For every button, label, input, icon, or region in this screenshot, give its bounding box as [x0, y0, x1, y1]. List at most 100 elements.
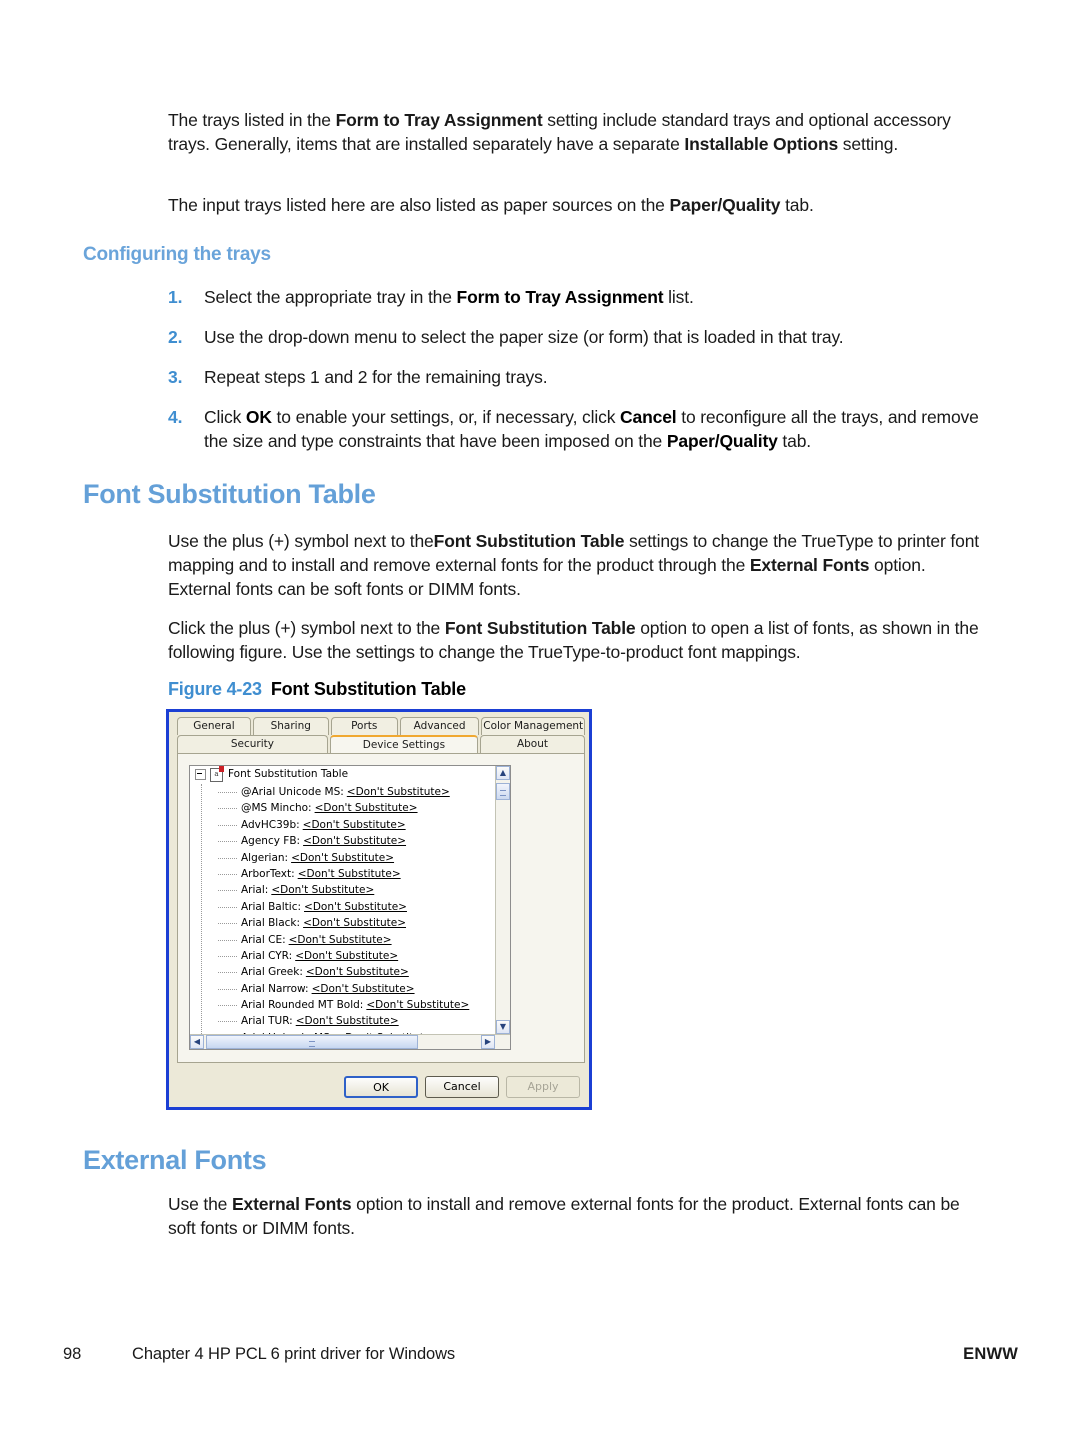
- list-item[interactable]: AdvHC39b: <Don't Substitute>: [207, 817, 510, 833]
- scroll-right-arrow-icon[interactable]: ▶: [481, 1035, 495, 1049]
- font-substitute-value[interactable]: <Don't Substitute>: [291, 852, 394, 864]
- horizontal-scrollbar[interactable]: ◀ ▶: [190, 1034, 510, 1049]
- fs-p1-bold-table: Font Substitution Table: [433, 531, 625, 551]
- font-substitute-value[interactable]: <Don't Substitute>: [303, 819, 406, 831]
- fs-p2-bold-table: Font Substitution Table: [444, 618, 636, 638]
- list-item[interactable]: Arial TUR: <Don't Substitute>: [207, 1013, 510, 1029]
- figure-caption: Figure 4-23 Font Substitution Table: [168, 679, 466, 700]
- step-text-3: Repeat steps 1 and 2 for the remaining t…: [204, 367, 548, 387]
- font-substitute-value[interactable]: <Don't Substitute>: [289, 934, 392, 946]
- font-substitute-value[interactable]: <Don't Substitute>: [295, 950, 398, 962]
- intro-paragraph-2: The input trays listed here are also lis…: [168, 193, 980, 217]
- list-item[interactable]: @Arial Unicode MS: <Don't Substitute>: [207, 784, 510, 800]
- tab-security[interactable]: Security: [177, 735, 328, 753]
- step-text-2: Use the drop-down menu to select the pap…: [204, 327, 844, 347]
- heading-configuring-the-trays: Configuring the trays: [83, 244, 271, 265]
- font-name: Algerian:: [241, 851, 289, 864]
- device-settings-panel: a Font Substitution Table @Arial Unicode …: [177, 753, 585, 1063]
- step4-post: tab.: [777, 431, 812, 451]
- list-item[interactable]: Arial: <Don't Substitute>: [207, 882, 510, 898]
- font-substitution-tree[interactable]: a Font Substitution Table @Arial Unicode …: [189, 765, 511, 1050]
- tab-device-settings[interactable]: Device Settings: [329, 735, 478, 753]
- tab-about[interactable]: About: [479, 735, 585, 753]
- list-item[interactable]: Arial Rounded MT Bold: <Don't Substitute>: [207, 997, 510, 1013]
- list-item[interactable]: Arial CYR: <Don't Substitute>: [207, 948, 510, 964]
- tab-color-management[interactable]: Color Management: [481, 717, 585, 735]
- font-name: Agency FB:: [241, 835, 301, 848]
- list-item[interactable]: Arial CE: <Don't Substitute>: [207, 932, 510, 948]
- font-name: Arial TUR:: [241, 1015, 293, 1028]
- apply-button[interactable]: Apply: [506, 1076, 580, 1098]
- list-item[interactable]: Agency FB: <Don't Substitute>: [207, 833, 510, 849]
- step-item-1: 1. Select the appropriate tray in the Fo…: [168, 285, 980, 309]
- horizontal-scroll-thumb[interactable]: [206, 1035, 418, 1049]
- list-item[interactable]: Arial Greek: <Don't Substitute>: [207, 964, 510, 980]
- list-item[interactable]: Arial Narrow: <Don't Substitute>: [207, 981, 510, 997]
- font-substitute-value[interactable]: <Don't Substitute>: [315, 802, 418, 814]
- font-substitute-value[interactable]: <Don't Substitute>: [312, 983, 415, 995]
- intro-p1-bold-form-to-tray: Form to Tray Assignment: [335, 110, 543, 130]
- scroll-left-arrow-icon[interactable]: ◀: [190, 1035, 204, 1049]
- printer-properties-dialog: General Sharing Ports Advanced Color Man…: [166, 709, 592, 1110]
- font-substitute-value[interactable]: <Don't Substitute>: [298, 868, 401, 880]
- ok-button[interactable]: OK: [344, 1076, 418, 1098]
- list-item[interactable]: Arial Black: <Don't Substitute>: [207, 915, 510, 931]
- collapse-expander-icon[interactable]: [195, 769, 206, 780]
- ef-pre: Use the: [168, 1194, 232, 1214]
- list-item[interactable]: Algerian: <Don't Substitute>: [207, 850, 510, 866]
- heading-external-fonts: External Fonts: [83, 1145, 267, 1175]
- step-number-4: 4.: [168, 407, 183, 427]
- footer-chapter: Chapter 4 HP PCL 6 print driver for Wind…: [132, 1345, 456, 1363]
- font-substitution-paragraph-1: Use the plus (+) symbol next to theFont …: [168, 529, 980, 601]
- step-number-1: 1.: [168, 287, 183, 307]
- intro-p1-post: setting.: [838, 134, 899, 154]
- font-substitute-value[interactable]: <Don't Substitute>: [366, 999, 469, 1011]
- step4-bold-paper-quality: Paper/Quality: [666, 431, 778, 451]
- font-substitute-value[interactable]: <Don't Substitute>: [303, 917, 406, 929]
- vertical-scroll-thumb[interactable]: [496, 783, 510, 800]
- page-footer: 98 Chapter 4 HP PCL 6 print driver for W…: [0, 1345, 1080, 1375]
- tab-general[interactable]: General: [177, 717, 251, 735]
- font-substitution-paragraph-2: Click the plus (+) symbol next to the Fo…: [168, 616, 980, 664]
- intro-p2-bold-paper-quality: Paper/Quality: [669, 195, 781, 215]
- dialog-tab-row-1: General Sharing Ports Advanced Color Man…: [177, 717, 585, 736]
- step1-post: list.: [663, 287, 694, 307]
- font-substitute-value[interactable]: <Don't Substitute>: [347, 786, 450, 798]
- list-item[interactable]: Arial Baltic: <Don't Substitute>: [207, 899, 510, 915]
- tab-ports[interactable]: Ports: [330, 717, 398, 735]
- step-item-3: 3. Repeat steps 1 and 2 for the remainin…: [168, 365, 980, 389]
- step4-mid1: to enable your settings, or, if necessar…: [271, 407, 621, 427]
- font-list: @Arial Unicode MS: <Don't Substitute> @MS…: [190, 784, 510, 1046]
- document-page: The trays listed in the Form to Tray Ass…: [0, 0, 1080, 1437]
- font-substitute-value[interactable]: <Don't Substitute>: [306, 966, 409, 978]
- step-number-2: 2.: [168, 327, 183, 347]
- external-fonts-paragraph: Use the External Fonts option to install…: [168, 1192, 980, 1240]
- list-item[interactable]: @MS Mincho: <Don't Substitute>: [207, 800, 510, 816]
- tab-advanced[interactable]: Advanced: [399, 717, 480, 735]
- font-substitute-value[interactable]: <Don't Substitute>: [271, 884, 374, 896]
- scroll-up-arrow-icon[interactable]: ▲: [496, 766, 510, 780]
- figure-title: Font Substitution Table: [270, 679, 466, 699]
- tab-sharing[interactable]: Sharing: [252, 717, 329, 735]
- step-item-4: 4. Click OK to enable your settings, or,…: [168, 405, 980, 453]
- tree-root-node[interactable]: a Font Substitution Table: [190, 766, 510, 783]
- cancel-button[interactable]: Cancel: [425, 1076, 499, 1098]
- intro-p1-bold-installable-options: Installable Options: [684, 134, 839, 154]
- intro-p1-pre: The trays listed in the: [168, 110, 336, 130]
- font-substitute-value[interactable]: <Don't Substitute>: [303, 835, 406, 847]
- tree-root-label: Font Substitution Table: [228, 768, 349, 780]
- step4-pre: Click: [204, 407, 246, 427]
- dialog-tab-strip: General Sharing Ports Advanced Color Man…: [177, 717, 585, 755]
- intro-p2-post: tab.: [780, 195, 814, 215]
- step-text-4: Click OK to enable your settings, or, if…: [204, 405, 980, 453]
- scroll-down-arrow-icon[interactable]: ▼: [496, 1020, 510, 1034]
- font-name: AdvHC39b:: [241, 818, 300, 831]
- list-item[interactable]: ArborText: <Don't Substitute>: [207, 866, 510, 882]
- heading-font-substitution-table: Font Substitution Table: [83, 479, 376, 509]
- step-text-1: Select the appropriate tray in the Form …: [204, 285, 980, 309]
- step1-pre: Select the appropriate tray in the: [204, 287, 457, 307]
- font-name: Arial Greek:: [241, 966, 303, 979]
- font-substitute-value[interactable]: <Don't Substitute>: [304, 901, 407, 913]
- font-substitute-value[interactable]: <Don't Substitute>: [296, 1015, 399, 1027]
- vertical-scrollbar[interactable]: ▲ ▼: [495, 766, 510, 1034]
